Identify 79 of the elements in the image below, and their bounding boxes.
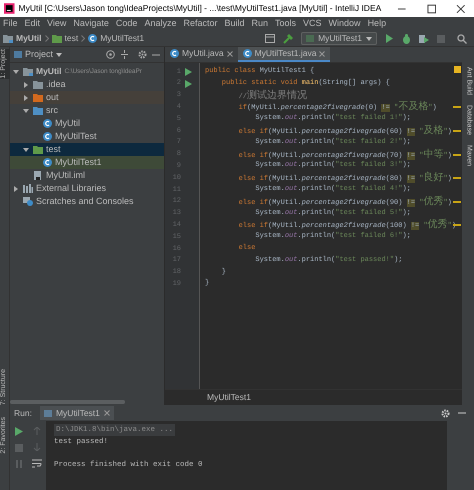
chevron-icon (44, 35, 48, 42)
folder-icon (52, 34, 62, 43)
library-icon (23, 184, 33, 193)
settings-icon[interactable] (441, 408, 450, 418)
project-folder-icon (23, 67, 33, 76)
expand-arrow-icon[interactable] (23, 82, 29, 88)
soft-wrap-icon[interactable] (32, 459, 42, 468)
menu-item[interactable]: Navigate (73, 17, 109, 31)
expand-arrow-icon[interactable] (13, 186, 19, 192)
class-icon (170, 49, 179, 58)
warning-stripe[interactable] (453, 200, 461, 203)
app-logo-icon (4, 3, 15, 14)
tree-item[interactable]: test (10, 143, 164, 156)
tree-item[interactable]: MyUtilTest (10, 130, 164, 143)
breadcrumb-text[interactable]: MyUtilTest1 (207, 391, 251, 404)
menu-item[interactable]: Refactor (183, 17, 218, 31)
menu-item[interactable]: Build (224, 17, 244, 31)
locate-icon[interactable] (106, 50, 115, 59)
run-icon[interactable] (185, 80, 192, 88)
rerun-icon[interactable] (15, 427, 23, 436)
menu-item[interactable]: View (47, 17, 66, 31)
bug-icon[interactable] (402, 34, 411, 44)
window-icon[interactable] (265, 34, 276, 43)
tree-item[interactable]: MyUtilTest1 (10, 156, 164, 169)
close-icon[interactable] (456, 4, 466, 14)
editor-tab[interactable]: MyUtilTest1.java (238, 47, 330, 62)
tree-item[interactable]: src (10, 104, 164, 117)
menu-item[interactable]: Analyze (144, 17, 176, 31)
menu-item[interactable]: Tools (275, 17, 296, 31)
tree-item[interactable]: Scratches and Consoles (10, 195, 164, 208)
menu-item[interactable]: Edit (24, 17, 40, 31)
run-icon[interactable] (385, 34, 394, 43)
expand-arrow-icon[interactable] (13, 68, 19, 74)
menu-item[interactable]: File (3, 17, 18, 31)
hammer-icon[interactable] (283, 34, 294, 44)
expand-arrow-icon[interactable] (23, 108, 29, 114)
project-folder-icon (3, 34, 13, 43)
collapse-icon[interactable] (120, 50, 129, 59)
menu-item[interactable]: Window (328, 17, 361, 31)
class-icon (242, 49, 252, 58)
expand-arrow-icon[interactable] (23, 94, 29, 100)
class-icon (43, 119, 52, 128)
menu-item[interactable]: Help (368, 17, 386, 31)
tree-item[interactable]: MyUtil (10, 117, 164, 130)
chevron-icon (81, 35, 86, 42)
caret-icon (56, 52, 62, 56)
menu-item[interactable]: Run (252, 17, 268, 31)
tree-item[interactable]: External Libraries (10, 182, 164, 195)
folder-icon (33, 145, 43, 154)
run-icon[interactable] (185, 68, 192, 76)
tree-item[interactable]: .idea (10, 78, 164, 91)
warning-stripe[interactable] (453, 224, 461, 226)
breadcrumb-item[interactable]: test (64, 32, 78, 45)
coverage-icon[interactable] (419, 34, 429, 44)
menu-item[interactable]: Code (116, 17, 138, 31)
window-title: MyUtil [C:\Users\Jason tong\IdeaProjects\MyUtil] - ...\test\MyUtilTest1.java [MyUtil] - IntelliJ IDEA (18, 2, 382, 15)
caret-icon (366, 36, 372, 40)
search-icon[interactable] (457, 34, 467, 44)
breadcrumb-item[interactable]: MyUtilTest1 (100, 32, 144, 45)
warning-stripe[interactable] (453, 106, 461, 108)
class-icon (43, 158, 52, 167)
tree-item[interactable]: MyUtil.iml (10, 169, 164, 182)
editor-tab[interactable]: MyUtil.java (165, 47, 238, 62)
warning-stripe[interactable] (453, 177, 461, 180)
run-config-dropdown[interactable]: MyUtilTest1 (301, 32, 377, 45)
scratches-icon (23, 197, 33, 206)
class-icon (43, 132, 52, 141)
file-icon (33, 171, 43, 180)
class-icon (88, 34, 98, 43)
project-view-dropdown[interactable]: Project (14, 48, 62, 62)
settings-icon[interactable] (138, 50, 147, 59)
run-label: Run: (14, 406, 32, 420)
run-tab[interactable]: MyUtilTest1 (40, 406, 114, 420)
maximize-icon[interactable] (426, 4, 436, 14)
menu-item[interactable]: VCS (303, 17, 322, 31)
tree-item[interactable]: out (10, 91, 164, 104)
breadcrumb-item[interactable]: MyUtil (16, 32, 42, 45)
warning-stripe[interactable] (453, 154, 461, 156)
expand-arrow-icon[interactable] (23, 146, 29, 152)
